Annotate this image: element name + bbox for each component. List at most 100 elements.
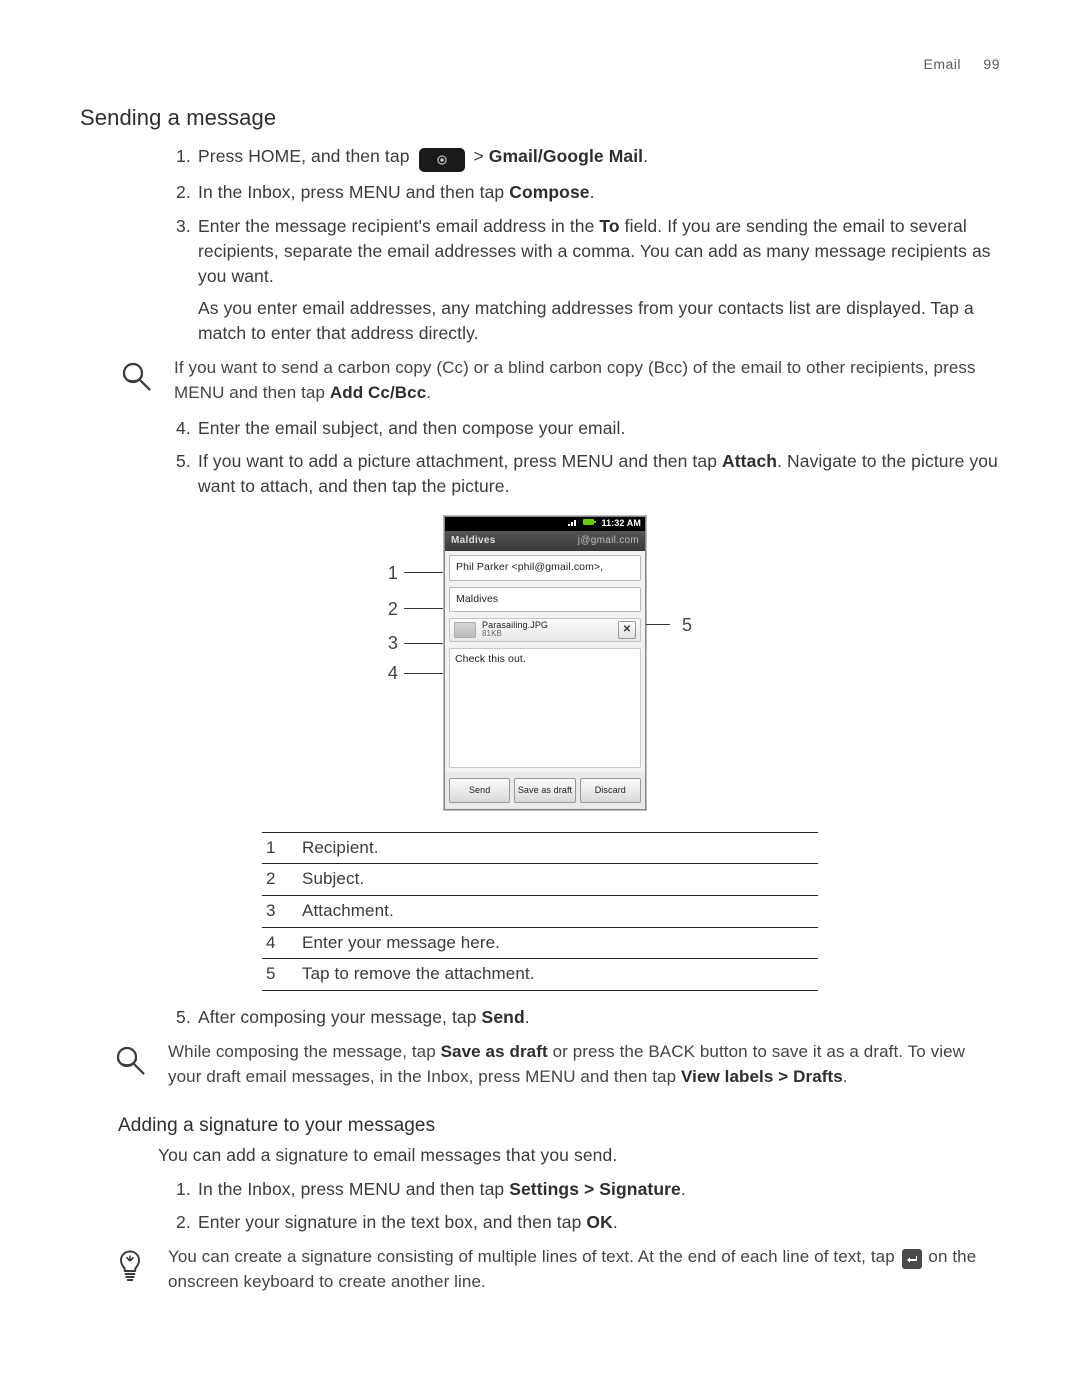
title-right: j@gmail.com [578,534,639,549]
step-5a: If you want to add a picture attachment,… [198,449,1000,500]
magnifier-icon [116,356,156,405]
tip-pre: You can create a signature consisting of… [168,1247,900,1266]
sig2-bold: OK [586,1212,612,1232]
to-field[interactable]: Phil Parker <phil@gmail.com>, [449,555,641,580]
nd-a: While composing the message, tap [168,1042,441,1061]
magnifier-icon [110,1040,150,1089]
legend-num: 5 [262,959,296,991]
enter-key-icon [902,1249,922,1269]
legend-row: 5Tap to remove the attachment. [262,959,818,991]
step5a-bold: Attach [722,451,777,471]
send-button[interactable]: Send [449,778,510,803]
lightbulb-icon [110,1245,150,1294]
note-cc-text: If you want to send a carbon copy (Cc) o… [174,356,1000,405]
callout-2: 2 [388,596,398,622]
step5a-pre: If you want to add a picture attachment,… [198,451,722,471]
page: Email 99 Sending a message Press HOME, a… [0,0,1080,1397]
legend-row: 4Enter your message here. [262,927,818,959]
nd-end: . [843,1067,848,1086]
status-time: 11:32 AM [602,517,642,530]
legend-num: 4 [262,927,296,959]
legend-num: 3 [262,896,296,928]
attachment-thumb-icon [454,622,476,638]
note-cc-pre: If you want to send a carbon copy (Cc) o… [174,358,976,402]
steps-list-1: Press HOME, and then tap > Gmail/Google … [80,144,1000,346]
sig1-pre: In the Inbox, press MENU and then tap [198,1179,509,1199]
steps-list-2: Enter the email subject, and then compos… [80,416,1000,500]
attachment-meta: Parasailing.JPG 81KB [482,621,612,639]
running-header: Email 99 [80,54,1000,74]
title-left: Maldives [451,534,496,549]
compose-body: Phil Parker <phil@gmail.com>, Maldives P… [445,551,645,771]
status-bar: 11:32 AM [445,517,645,531]
sig2-pre: Enter your signature in the text box, an… [198,1212,586,1232]
battery-icon [583,517,597,530]
note-cc-bcc: If you want to send a carbon copy (Cc) o… [116,356,1000,405]
legend-text: Attachment. [296,896,818,928]
step-5b: After composing your message, tap Send. [198,1005,1000,1030]
step3-p2: As you enter email addresses, any matchi… [198,298,974,343]
sig2-end: . [613,1212,618,1232]
steps-list-3: After composing your message, tap Send. [80,1005,1000,1030]
legend-row: 3Attachment. [262,896,818,928]
sig-step-1: In the Inbox, press MENU and then tap Se… [198,1177,1000,1202]
message-body-field[interactable]: Check this out. [449,648,641,768]
step3-to: To [599,216,619,236]
step2-pre: In the Inbox, press MENU and then tap [198,182,509,202]
step-2: In the Inbox, press MENU and then tap Co… [198,180,1000,205]
legend-row: 2Subject. [262,864,818,896]
callouts-right: 5 [646,516,692,810]
sig1-end: . [681,1179,686,1199]
callout-1: 1 [388,560,398,586]
app-launcher-icon [419,148,465,172]
phone-mock: 11:32 AM Maldives j@gmail.com Phil Parke… [444,516,646,810]
note-draft-text: While composing the message, tap Save as… [168,1040,1000,1089]
step1-gt: > [473,146,488,166]
nd-b2: View labels > Drafts [681,1067,843,1086]
step5b-pre: After composing your message, tap [198,1007,482,1027]
attachment-remove-button[interactable]: ✕ [618,621,636,639]
sig-step-2: Enter your signature in the text box, an… [198,1210,1000,1235]
tip-sig-text: You can create a signature consisting of… [168,1245,1000,1294]
legend-text: Enter your message here. [296,927,818,959]
legend-row: 1Recipient. [262,832,818,864]
header-page-number: 99 [983,56,1000,72]
callout-3: 3 [388,630,398,656]
legend-text: Tap to remove the attachment. [296,959,818,991]
step-1: Press HOME, and then tap > Gmail/Google … [198,144,1000,172]
callout-5: 5 [682,612,692,638]
save-draft-button[interactable]: Save as draft [514,778,575,803]
sig1-bold: Settings > Signature [509,1179,681,1199]
discard-button[interactable]: Discard [580,778,641,803]
attachment-size: 81KB [482,630,612,638]
compose-title-bar: Maldives j@gmail.com [445,531,645,552]
subject-field[interactable]: Maldives [449,587,641,612]
legend-num: 2 [262,864,296,896]
tip-signature: You can create a signature consisting of… [110,1245,1000,1294]
step1-app-label: Gmail/Google Mail [489,146,643,166]
step1-pre: Press HOME, and then tap [198,146,415,166]
legend-num: 1 [262,832,296,864]
compose-buttons: Send Save as draft Discard [445,772,645,809]
step1-end: . [643,146,648,166]
step5b-bold: Send [482,1007,525,1027]
step-3: Enter the message recipient's email addr… [198,214,1000,347]
figure-compose-screenshot: 1 2 3 4 11:32 AM Maldives j@gmail.com [80,516,1000,810]
step2-bold: Compose [509,182,589,202]
signal-icon [568,517,578,530]
legend-text: Subject. [296,864,818,896]
nd-b1: Save as draft [441,1042,548,1061]
subsection-signature-intro: You can add a signature to email message… [158,1143,1000,1168]
subsection-signature-title: Adding a signature to your messages [118,1112,1000,1140]
header-section: Email [924,56,962,72]
figure-legend: 1Recipient.2Subject.3Attachment.4Enter y… [262,832,818,991]
step-4: Enter the email subject, and then compos… [198,416,1000,441]
legend-text: Recipient. [296,832,818,864]
attachment-row: Parasailing.JPG 81KB ✕ [449,618,641,642]
step2-end: . [590,182,595,202]
callouts-left: 1 2 3 4 [388,516,444,810]
step3-p1a: Enter the message recipient's email addr… [198,216,599,236]
note-cc-end: . [426,383,431,402]
note-cc-bold: Add Cc/Bcc [330,383,426,402]
note-save-draft: While composing the message, tap Save as… [110,1040,1000,1089]
